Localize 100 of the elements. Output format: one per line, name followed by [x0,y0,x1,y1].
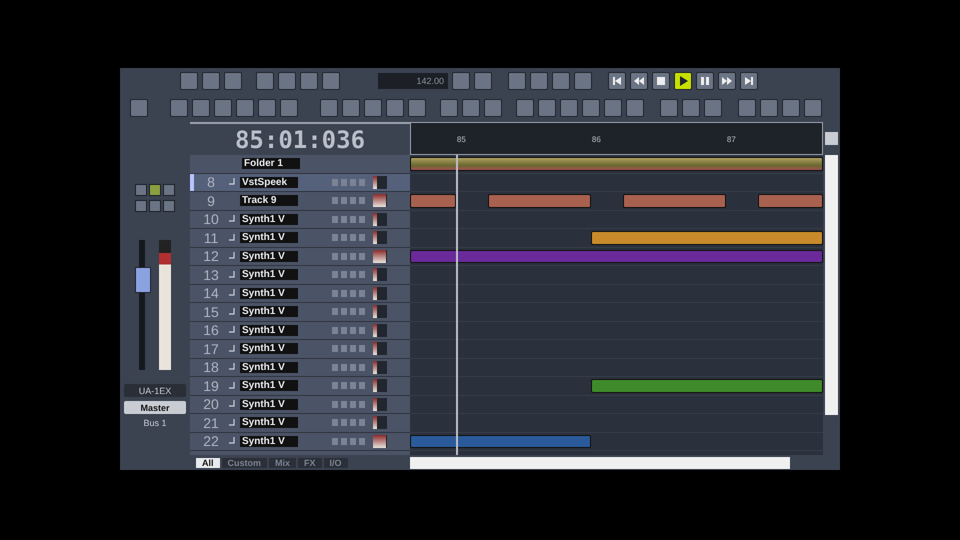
track-row[interactable]: 16 Synth1 V [190,322,410,340]
clip[interactable] [758,194,823,208]
toolbar-button[interactable] [258,99,276,117]
arm-button[interactable] [350,364,356,371]
record-button[interactable] [163,200,175,212]
toolbar-button[interactable] [408,99,426,117]
clip[interactable] [488,194,591,208]
mute-button[interactable] [332,271,338,278]
toolbar-button[interactable] [236,99,254,117]
toolbar-button[interactable] [582,99,600,117]
track-name[interactable]: Synth1 V [240,269,298,280]
view-tab[interactable]: Custom [222,458,268,468]
playhead-line[interactable] [456,155,458,455]
solo-button[interactable] [341,326,347,334]
monitor-button[interactable] [359,326,365,334]
pause-button[interactable] [696,72,714,90]
toolbar-button[interactable] [574,72,592,90]
panel-button[interactable] [135,184,147,196]
solo-button[interactable] [341,216,347,223]
toolbar-button[interactable] [278,72,296,90]
mute-button[interactable] [332,326,338,334]
toolbar-button[interactable] [300,72,318,90]
track-name[interactable]: Synth1 V [240,250,298,262]
mute-button[interactable] [332,400,338,408]
track-row[interactable]: 14 Synth1 V [190,284,410,303]
arm-button[interactable] [350,345,356,352]
arm-button[interactable] [350,197,356,204]
solo-button[interactable] [341,364,347,371]
track-row[interactable]: 9 Track 9 [190,192,410,210]
solo-button[interactable] [341,252,347,260]
toolbar-button[interactable] [660,99,678,117]
toolbar-button[interactable] [320,99,338,117]
solo-button[interactable] [341,178,347,186]
toolbar-button[interactable] [560,99,578,117]
mute-button[interactable] [332,178,338,186]
toolbar-button[interactable] [130,99,148,117]
toolbar-button[interactable] [280,99,298,117]
view-tab[interactable]: I/O [324,458,348,468]
panel-button[interactable] [149,184,161,196]
monitor-button[interactable] [359,234,365,242]
solo-button[interactable] [149,200,161,212]
mute-button[interactable] [332,419,338,426]
track-name[interactable]: VstSpeek [240,176,298,188]
folder-name[interactable]: Folder 1 [242,158,300,170]
toolbar-button[interactable] [704,99,722,117]
arm-button[interactable] [350,308,356,316]
solo-button[interactable] [341,438,347,445]
solo-button[interactable] [341,290,347,297]
track-row[interactable]: 11 Synth1 V [190,229,410,248]
rewind-button[interactable] [630,72,648,90]
arm-button[interactable] [350,178,356,186]
go-start-button[interactable] [608,72,626,90]
monitor-button[interactable] [359,197,365,204]
track-row[interactable]: 18 Synth1 V [190,358,410,377]
mute-button[interactable] [332,308,338,316]
solo-button[interactable] [341,197,347,204]
arm-button[interactable] [350,400,356,408]
solo-button[interactable] [341,234,347,242]
mute-button[interactable] [332,382,338,390]
arm-button[interactable] [350,234,356,242]
mute-button[interactable] [332,234,338,242]
toolbar-button[interactable] [386,99,404,117]
monitor-button[interactable] [359,419,365,426]
toolbar-button[interactable] [538,99,556,117]
arm-button[interactable] [350,216,356,223]
track-row[interactable]: 13 Synth1 V [190,266,410,284]
toolbar-button[interactable] [782,99,800,117]
track-name[interactable]: Synth1 V [240,288,298,299]
mute-button[interactable] [332,345,338,352]
toolbar-button[interactable] [256,72,274,90]
mute-button[interactable] [332,290,338,297]
track-name[interactable]: Synth1 V [240,214,298,225]
mute-button[interactable] [332,216,338,223]
panel-button[interactable] [163,184,175,196]
monitor-button[interactable] [359,364,365,371]
arm-button[interactable] [350,419,356,426]
toolbar-button[interactable] [552,72,570,90]
track-name[interactable]: Track 9 [240,195,298,206]
solo-button[interactable] [341,345,347,352]
horizontal-scrollbar[interactable] [410,456,790,468]
toolbar-button[interactable] [604,99,622,117]
arm-button[interactable] [350,326,356,334]
view-tab[interactable]: FX [298,458,322,468]
track-name[interactable]: Synth1 V [240,380,298,392]
toolbar-button[interactable] [440,99,458,117]
monitor-button[interactable] [359,400,365,408]
toolbar-button[interactable] [192,99,210,117]
view-tab[interactable]: All [196,458,220,468]
mute-button[interactable] [332,197,338,204]
toolbar-button[interactable] [180,72,198,90]
monitor-button[interactable] [359,290,365,297]
clip[interactable] [410,434,591,448]
toolbar-button[interactable] [484,99,502,117]
track-name[interactable]: Synth1 V [240,306,298,318]
clip[interactable] [410,250,823,263]
solo-button[interactable] [341,382,347,390]
track-row[interactable]: 15 Synth1 V [190,303,410,322]
solo-button[interactable] [341,271,347,278]
stop-button[interactable] [652,72,670,90]
arm-button[interactable] [350,252,356,260]
